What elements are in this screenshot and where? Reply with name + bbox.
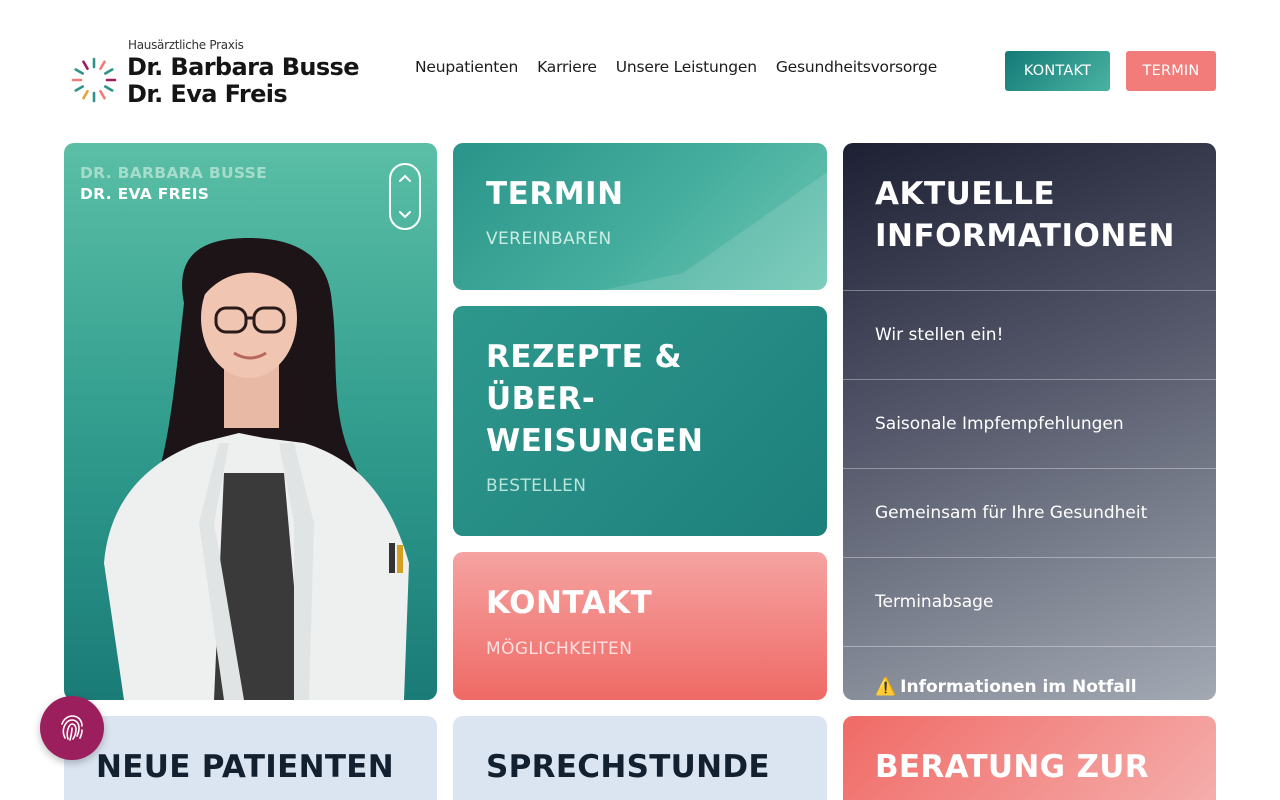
- kontakt-tile[interactable]: KONTAKT MÖGLICHKEITEN: [453, 552, 827, 700]
- info-item-gemeinsam[interactable]: Gemeinsam für Ihre Gesundheit: [843, 468, 1216, 557]
- neue-patienten-title: NEUE PATIENTEN: [96, 749, 394, 785]
- termin-subtitle: VEREINBAREN: [486, 229, 612, 249]
- doctor-slider: DR. BARBARA BUSSE DR. EVA FREIS: [64, 143, 437, 700]
- chevron-up-icon[interactable]: [397, 171, 413, 187]
- info-list: Wir stellen ein! Saisonale Impfempfehlun…: [843, 290, 1216, 700]
- info-title-line2: INFORMATIONEN: [875, 218, 1175, 254]
- info-title-line1: AKTUELLE: [875, 176, 1056, 212]
- kontakt-subtitle: MÖGLICHKEITEN: [486, 639, 633, 659]
- nav-karriere[interactable]: Karriere: [537, 58, 597, 76]
- sprechstunde-tile[interactable]: SPRECHSTUNDE: [453, 716, 827, 800]
- neue-patienten-tile[interactable]: NEUE PATIENTEN: [64, 716, 437, 800]
- beratung-tile[interactable]: BERATUNG ZUR: [843, 716, 1216, 800]
- termin-button[interactable]: TERMIN: [1126, 51, 1216, 91]
- site-header: Hausärztliche Praxis Dr. Barbara Busse D…: [0, 0, 1280, 125]
- rezepte-title-line3: WEISUNGEN: [486, 423, 704, 459]
- warning-icon: ⚠️: [875, 677, 897, 697]
- practice-logo[interactable]: Hausärztliche Praxis Dr. Barbara Busse D…: [70, 36, 370, 110]
- info-item-terminabsage[interactable]: Terminabsage: [843, 557, 1216, 646]
- sprechstunde-title: SPRECHSTUNDE: [486, 749, 770, 785]
- info-item-wir-stellen-ein[interactable]: Wir stellen ein!: [843, 290, 1216, 379]
- termin-tile[interactable]: TERMIN VEREINBAREN: [453, 143, 827, 290]
- doctor-portrait: [104, 238, 409, 700]
- main-nav: Neupatienten Karriere Unsere Leistungen …: [415, 58, 956, 76]
- nav-gesundheitsvorsorge[interactable]: Gesundheitsvorsorge: [776, 58, 937, 76]
- accessibility-button[interactable]: [40, 696, 104, 760]
- doctor-name-busse[interactable]: DR. BARBARA BUSSE: [80, 163, 267, 184]
- notfall-label: Informationen im Notfall: [900, 677, 1137, 697]
- doctor-names: DR. BARBARA BUSSE DR. EVA FREIS: [80, 163, 267, 205]
- termin-title: TERMIN: [486, 176, 624, 212]
- nav-neupatienten[interactable]: Neupatienten: [415, 58, 518, 76]
- chevron-down-icon[interactable]: [397, 206, 413, 222]
- slider-control: [389, 163, 421, 230]
- info-item-impfempfehlungen[interactable]: Saisonale Impfempfehlungen: [843, 379, 1216, 468]
- rezepte-tile[interactable]: REZEPTE & ÜBER- WEISUNGEN BESTELLEN: [453, 306, 827, 536]
- logo-ring-icon: [71, 57, 117, 103]
- doctor-name-freis[interactable]: DR. EVA FREIS: [80, 184, 267, 205]
- nav-unsere-leistungen[interactable]: Unsere Leistungen: [616, 58, 757, 76]
- rezepte-title-line2: ÜBER-: [486, 381, 596, 417]
- logo-name-busse: Dr. Barbara Busse: [127, 53, 360, 81]
- info-title: AKTUELLE INFORMATIONEN: [875, 173, 1175, 257]
- beratung-title: BERATUNG ZUR: [875, 749, 1149, 785]
- info-item-notfall[interactable]: ⚠️ Informationen im Notfall: [843, 646, 1216, 700]
- rezepte-title-line1: REZEPTE &: [486, 339, 683, 375]
- trend-decoration: [603, 172, 827, 290]
- logo-name-freis: Dr. Eva Freis: [127, 80, 288, 108]
- info-panel: AKTUELLE INFORMATIONEN Wir stellen ein! …: [843, 143, 1216, 700]
- fingerprint-icon: [61, 715, 83, 741]
- kontakt-button[interactable]: KONTAKT: [1005, 51, 1110, 91]
- kontakt-title: KONTAKT: [486, 585, 653, 621]
- rezepte-subtitle: BESTELLEN: [486, 476, 587, 496]
- logo-tagline: Hausärztliche Praxis: [128, 38, 244, 52]
